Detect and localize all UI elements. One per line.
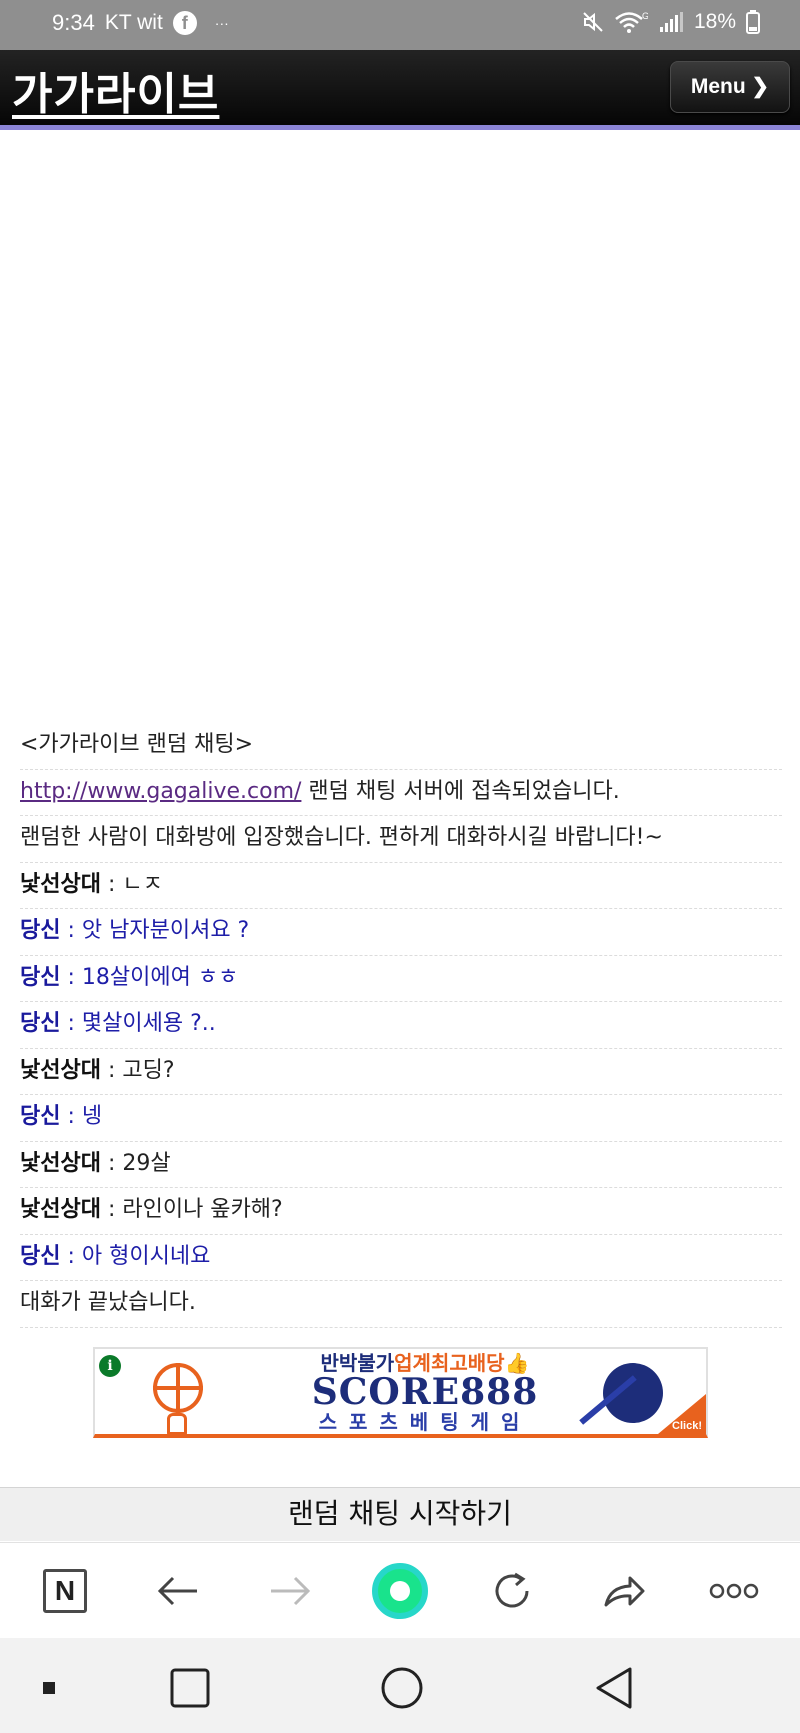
chat-message: 낯선상대 : 고딩? xyxy=(20,1049,782,1095)
site-url-link[interactable]: http://www.gagalive.com/ xyxy=(20,779,301,804)
home-circle-icon xyxy=(381,1667,423,1709)
message-text: ㄴㅈ xyxy=(122,871,163,897)
assistant-dot-button[interactable] xyxy=(27,1666,71,1710)
start-random-chat-button[interactable]: 랜덤 채팅 시작하기 xyxy=(0,1487,800,1541)
system-back-button[interactable] xyxy=(592,1666,636,1710)
system-nav-bar xyxy=(0,1638,800,1733)
forward-button[interactable] xyxy=(262,1563,318,1619)
chat-message: 낯선상대 : 라인이나 옾카해? xyxy=(20,1188,782,1235)
chat-ended-line: 대화가 끝났습니다. xyxy=(20,1281,782,1328)
reload-icon xyxy=(495,1572,529,1608)
ad-placeholder xyxy=(0,135,800,715)
message-separator: : xyxy=(100,1197,123,1222)
arrow-left-icon xyxy=(157,1576,197,1606)
browser-home-button[interactable]: N xyxy=(37,1563,93,1619)
message-separator: : xyxy=(100,1057,123,1083)
browser-toolbar: N xyxy=(0,1542,800,1638)
arrow-right-icon xyxy=(271,1576,311,1606)
wifi-icon: G xyxy=(615,11,648,33)
chat-message: 당신 : 18살이에여 ㅎㅎ xyxy=(20,956,782,1002)
carrier-label: KT wit xyxy=(104,11,163,34)
chat-message: 당신 : 앗 남자분이셔요 ? xyxy=(20,909,782,956)
chat-log: <가가라이브 랜덤 채팅> http://www.gagalive.com/ 랜… xyxy=(20,723,782,1328)
spinning-finger-icon xyxy=(167,1413,187,1434)
message-speaker: 낯선상대 xyxy=(20,1057,101,1083)
naver-home-icon: N xyxy=(43,1569,87,1613)
message-text: 앗 남자분이셔요 ? xyxy=(81,918,250,943)
message-speaker: 낯선상대 xyxy=(20,1197,101,1222)
ad-text: 반박불가업계최고배당👍 SCORE888 스포츠베팅게임 xyxy=(275,1351,575,1434)
rocket-ball-icon xyxy=(603,1363,663,1423)
message-separator: : xyxy=(60,1104,82,1129)
basketball-icon xyxy=(153,1363,203,1413)
click-label: Click! xyxy=(672,1420,702,1432)
menu-button[interactable]: Menu ❯ xyxy=(670,61,790,113)
reload-button[interactable] xyxy=(484,1563,540,1619)
share-button[interactable] xyxy=(596,1563,652,1619)
message-text: 라인이나 옾카해? xyxy=(122,1197,283,1222)
ad-subtitle: 스포츠베팅게임 xyxy=(318,1410,532,1434)
small-square-icon xyxy=(43,1682,55,1694)
chat-entered-line: 랜덤한 사람이 대화방에 입장했습니다. 편하게 대화하시길 바랍니다!~ xyxy=(20,816,782,863)
green-dot-button[interactable] xyxy=(372,1563,428,1619)
svg-text:G: G xyxy=(642,11,648,21)
ad-info-icon[interactable]: i xyxy=(99,1355,121,1377)
message-speaker: 당신 xyxy=(20,1104,61,1129)
battery-percent: 18% xyxy=(693,10,736,33)
site-logo-link[interactable]: 가가라이브 xyxy=(12,58,219,122)
facebook-icon: f xyxy=(172,11,197,35)
share-icon xyxy=(604,1576,645,1607)
message-separator: : xyxy=(100,871,123,897)
back-button[interactable] xyxy=(150,1563,206,1619)
home-button[interactable] xyxy=(380,1666,424,1710)
chat-message: 당신 : 아 형이시네요 xyxy=(20,1235,782,1281)
ad-brand: SCORE888 xyxy=(311,1371,539,1413)
message-speaker: 당신 xyxy=(20,918,61,943)
message-separator: : xyxy=(60,1011,82,1036)
chat-message: 낯선상대 : ㄴㅈ xyxy=(20,863,782,909)
message-speaker: 당신 xyxy=(20,1011,61,1036)
message-text: 넹 xyxy=(81,1104,103,1129)
recent-apps-button[interactable] xyxy=(168,1666,212,1710)
message-text: 고딩? xyxy=(122,1057,175,1083)
message-separator: : xyxy=(60,1243,82,1269)
message-speaker: 낯선상대 xyxy=(20,1150,101,1176)
chat-message: 당신 : 몇살이세용 ?.. xyxy=(20,1002,782,1049)
chat-message: 당신 : 넹 xyxy=(20,1095,782,1142)
recent-apps-icon xyxy=(170,1668,210,1708)
more-dots-icon xyxy=(709,1583,759,1599)
chat-intro: <가가라이브 랜덤 채팅> xyxy=(20,723,782,770)
message-text: 아 형이시네요 xyxy=(81,1243,211,1269)
message-separator: : xyxy=(100,1150,123,1176)
back-triangle-icon xyxy=(596,1667,632,1709)
green-dot-icon xyxy=(372,1563,428,1619)
chat-message: 낯선상대 : 29살 xyxy=(20,1142,782,1188)
message-speaker: 당신 xyxy=(20,1243,61,1269)
chat-connected-line: http://www.gagalive.com/ 랜덤 채팅 서버에 접속되었습… xyxy=(20,770,782,816)
clock: 9:34 xyxy=(52,10,95,35)
connected-text: 랜덤 채팅 서버에 접속되었습니다. xyxy=(301,778,620,804)
status-bar: 9:34 KT wit f ··· G 18% xyxy=(0,0,800,50)
site-header: 가가라이브 Menu ❯ xyxy=(0,50,800,130)
message-text: 18살이에여 ㅎㅎ xyxy=(81,964,239,990)
message-text: 몇살이세용 ?.. xyxy=(81,1011,216,1036)
message-speaker: 낯선상대 xyxy=(20,871,101,897)
message-text: 29살 xyxy=(122,1150,171,1176)
mute-icon xyxy=(583,12,603,32)
more-options-button[interactable] xyxy=(706,1563,762,1619)
banner-ad[interactable]: i 반박불가업계최고배당👍 SCORE888 스포츠베팅게임 Click! xyxy=(93,1347,708,1438)
battery-icon xyxy=(746,10,760,34)
more-notifications-icon: ··· xyxy=(214,15,229,31)
message-speaker: 당신 xyxy=(20,964,61,990)
message-separator: : xyxy=(60,918,82,943)
message-separator: : xyxy=(60,964,82,990)
signal-icon xyxy=(659,12,683,32)
